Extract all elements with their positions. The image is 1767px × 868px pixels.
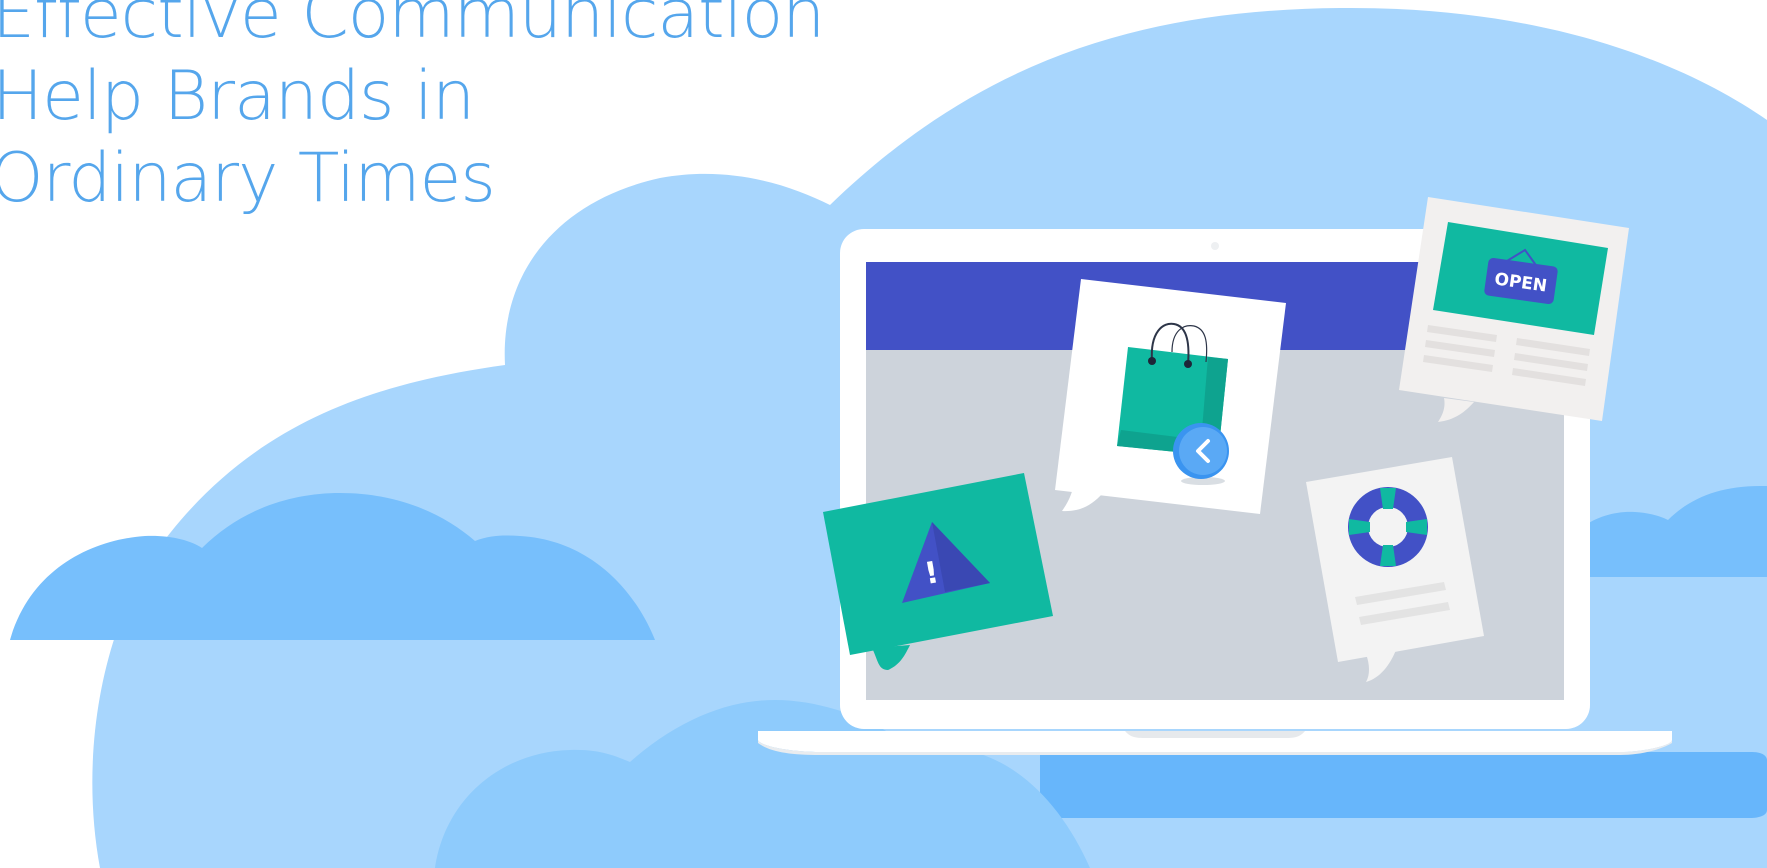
lifebuoy-icon: [1348, 487, 1428, 567]
headline-line-1: Effective Communication: [0, 0, 825, 54]
headline: Effective Communication Help Brands in O…: [0, 0, 825, 220]
laptop-camera: [1211, 242, 1219, 250]
bottom-bar: [1040, 752, 1767, 818]
open-sign-bubble: OPEN: [1399, 197, 1629, 422]
shopping-bubble: [1055, 279, 1286, 514]
headline-line-3: Ordinary Times: [0, 139, 496, 218]
hero-banner: ! OPEN Effective Communication Help Bran…: [0, 0, 1767, 868]
laptop-notch: [1125, 731, 1305, 738]
headline-line-2: Help Brands in: [0, 57, 475, 136]
